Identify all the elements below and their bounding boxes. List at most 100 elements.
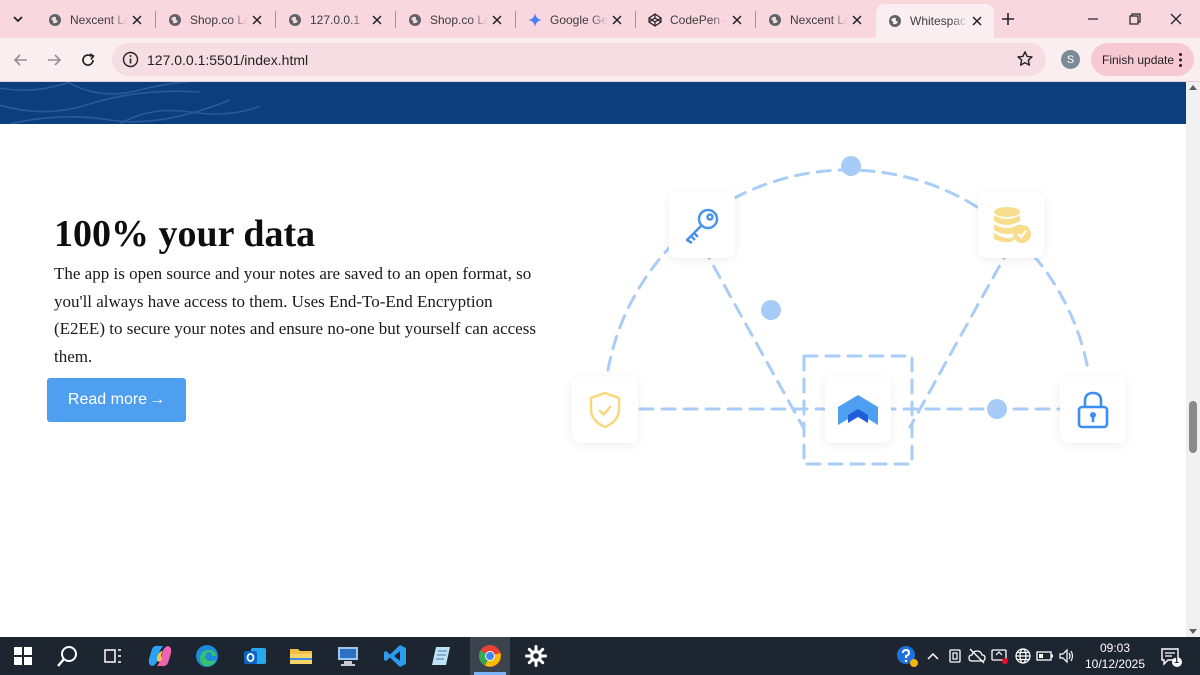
vscode-icon (384, 645, 406, 667)
tab-localhost[interactable]: 127.0.0.1 (276, 5, 394, 35)
minimize-button[interactable] (1073, 0, 1113, 38)
notes-app-button[interactable] (426, 641, 456, 671)
globe-icon (168, 13, 182, 27)
close-icon[interactable] (368, 11, 386, 29)
tab-strip: Nexcent La Shop.co La 127.0.0.1 Shop.co … (0, 0, 1200, 38)
arrow-left-icon (13, 54, 27, 66)
close-icon[interactable] (848, 11, 866, 29)
start-button[interactable] (8, 641, 38, 671)
profile-avatar[interactable]: S (1061, 50, 1080, 69)
copilot-button[interactable] (145, 641, 175, 671)
hero-band (0, 82, 1186, 124)
scroll-up-arrow-icon[interactable] (1189, 85, 1197, 90)
reload-icon (82, 53, 95, 66)
close-icon[interactable] (248, 11, 266, 29)
finish-update-button[interactable]: Finish update (1091, 43, 1194, 76)
page-viewport: 100% your data The app is open source an… (0, 82, 1186, 637)
close-icon[interactable] (728, 11, 746, 29)
codepen-icon (648, 13, 662, 27)
restore-button[interactable] (1115, 0, 1155, 38)
back-button[interactable] (8, 47, 34, 73)
tab-title: Whitespac (910, 14, 967, 28)
shield-check-icon (589, 391, 621, 429)
vscode-button[interactable] (380, 641, 410, 671)
bookmark-star-icon[interactable] (1016, 50, 1034, 68)
url-text[interactable]: 127.0.0.1:5501/index.html (147, 52, 308, 68)
tab-nexcent-1[interactable]: Nexcent La (36, 5, 154, 35)
topographic-pattern (0, 82, 261, 124)
database-check-icon (994, 207, 1031, 243)
shield-card (572, 377, 638, 443)
control-panel-button[interactable] (333, 641, 363, 671)
tab-nexcent-2[interactable]: Nexcent La (756, 5, 874, 35)
close-icon[interactable] (968, 12, 986, 30)
gemini-sparkle-icon (528, 13, 542, 27)
file-explorer-button[interactable] (286, 641, 316, 671)
tray-volume-button[interactable] (1058, 647, 1076, 665)
notifications-button[interactable]: 1 (1160, 646, 1182, 668)
tab-whitespace-active[interactable]: Whitespac (876, 4, 994, 38)
tray-network-button[interactable] (1014, 647, 1032, 665)
task-view-icon (104, 649, 121, 663)
read-more-label: Read more (67, 391, 148, 408)
tab-title: CodePen - (670, 13, 728, 27)
page-scrollbar[interactable] (1186, 82, 1200, 637)
minimize-icon (1088, 18, 1098, 20)
notification-count: 1 (1174, 655, 1180, 665)
finish-update-label: Finish update (1102, 52, 1175, 67)
tab-shopco-2[interactable]: Shop.co La (396, 5, 514, 35)
battery-icon (1036, 651, 1053, 661)
search-button[interactable] (53, 641, 83, 671)
chrome-icon (479, 645, 501, 667)
tab-title: Shop.co La (190, 13, 248, 27)
chrome-button[interactable] (475, 641, 505, 671)
speaker-icon (1059, 648, 1074, 664)
tab-search-button[interactable] (6, 7, 30, 31)
close-icon[interactable] (128, 11, 146, 29)
taskbar-clock[interactable]: 09:03 10/12/2025 (1082, 640, 1148, 672)
read-more-button[interactable]: Read more → (47, 378, 186, 422)
tray-battery-button[interactable] (1036, 647, 1054, 665)
tab-google-gemini[interactable]: Google Ge (516, 5, 634, 35)
more-vertical-icon (1179, 53, 1182, 67)
scroll-down-arrow-icon[interactable] (1189, 629, 1197, 634)
edge-icon (196, 645, 218, 667)
windows-taskbar: 09:03 10/12/2025 1 (0, 637, 1200, 675)
gear-icon (525, 645, 547, 667)
security-illustration (560, 152, 1140, 482)
globe-icon (1015, 648, 1031, 664)
restore-icon (1129, 13, 1141, 25)
close-icon[interactable] (488, 11, 506, 29)
outlook-button[interactable] (240, 641, 270, 671)
tab-codepen[interactable]: CodePen - (636, 5, 754, 35)
info-icon[interactable] (122, 51, 139, 68)
tab-title: Shop.co La (430, 13, 488, 27)
reload-button[interactable] (75, 47, 101, 73)
tray-meet-now-button[interactable] (991, 647, 1009, 665)
scrollbar-thumb[interactable] (1189, 401, 1197, 453)
tab-shopco-1[interactable]: Shop.co La (156, 5, 274, 35)
edge-button[interactable] (192, 641, 222, 671)
close-icon[interactable] (608, 11, 626, 29)
clock-time: 09:03 (1099, 641, 1131, 655)
tray-device-icon-button[interactable] (946, 647, 964, 665)
new-tab-button[interactable] (998, 9, 1018, 29)
settings-button[interactable] (521, 641, 551, 671)
help-tray-button[interactable] (896, 645, 918, 667)
tray-cloud-button[interactable] (968, 647, 986, 665)
show-hidden-icons-button[interactable] (924, 647, 942, 665)
clock-date: 10/12/2025 (1084, 657, 1146, 671)
padlock-icon (1077, 391, 1109, 429)
address-bar[interactable]: 127.0.0.1:5501/index.html (112, 43, 1046, 76)
globe-icon (48, 13, 62, 27)
lock-card (1060, 377, 1126, 443)
globe-icon (888, 14, 902, 28)
plus-icon (1002, 13, 1014, 25)
close-window-button[interactable] (1156, 0, 1196, 38)
heading-highlight: your data (158, 213, 316, 255)
task-view-button[interactable] (98, 641, 128, 671)
copilot-icon (148, 645, 172, 667)
forward-button[interactable] (41, 47, 67, 73)
close-icon (1170, 13, 1182, 25)
search-icon (57, 646, 77, 667)
